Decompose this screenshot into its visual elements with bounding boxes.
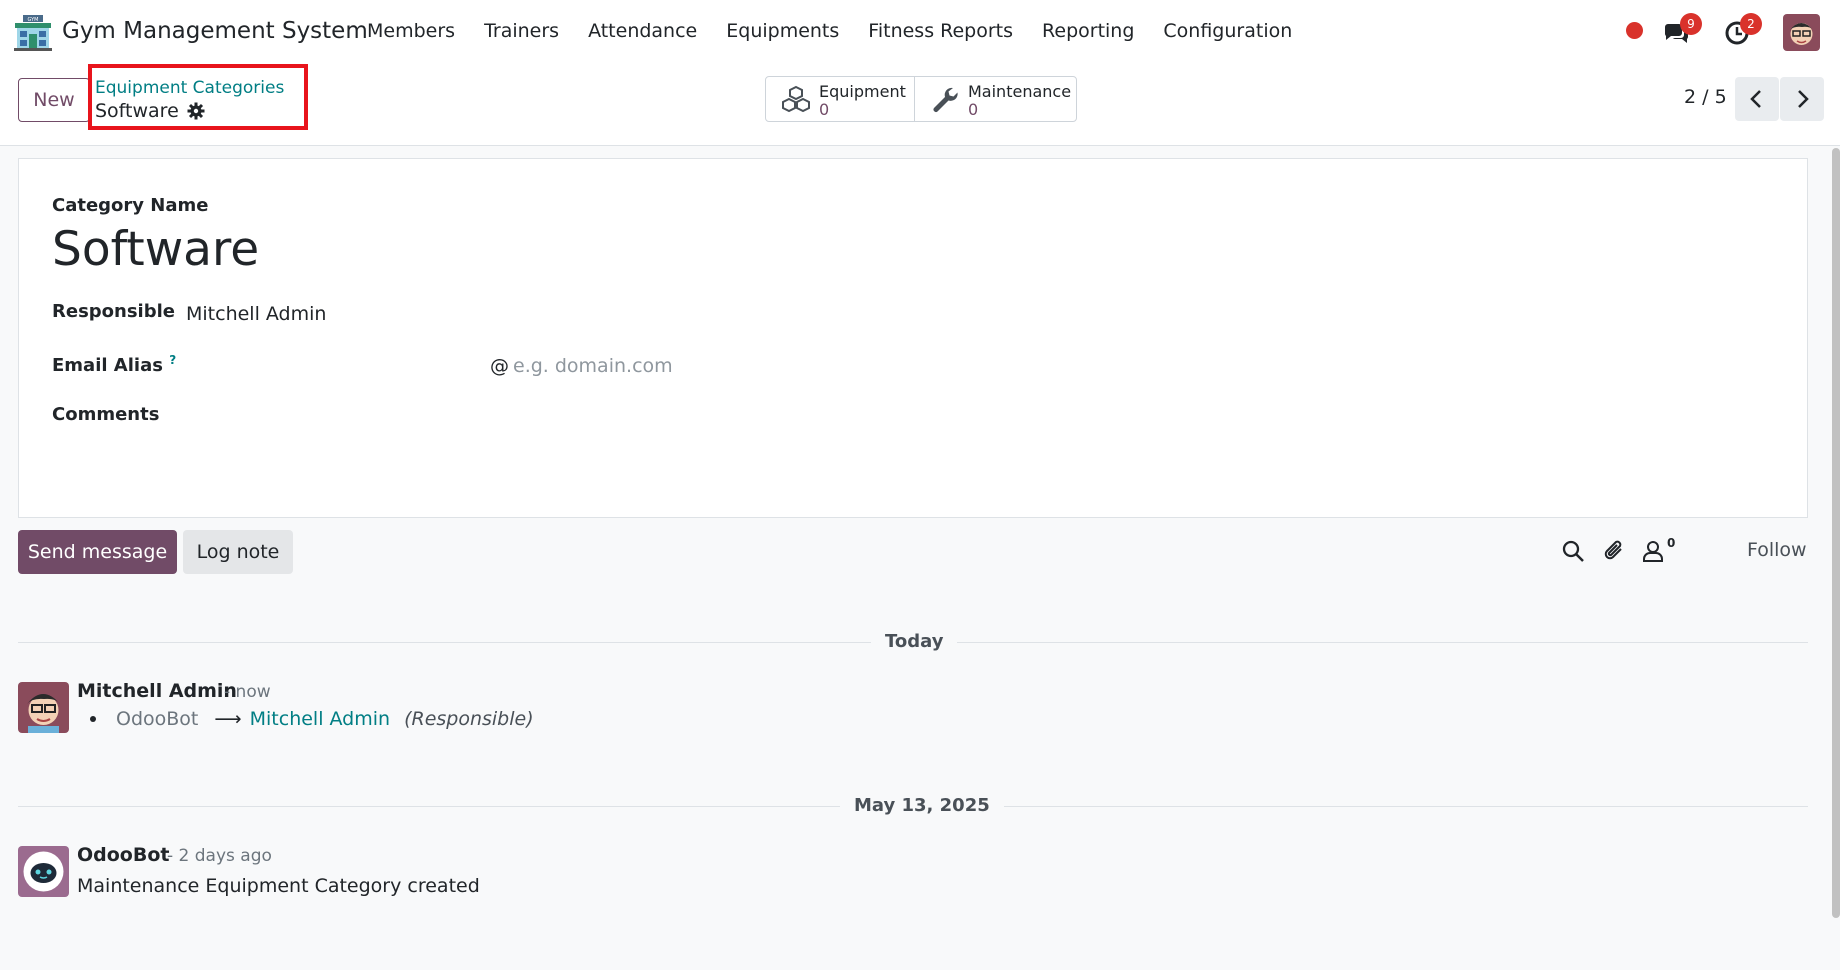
chevron-left-icon <box>1750 90 1761 108</box>
breadcrumb-current: Software <box>95 100 179 122</box>
tracking-value-change: OdooBot ⟶ Mitchell Admin (Responsible) <box>90 708 534 730</box>
category-name-label: Category Name <box>52 195 209 216</box>
equipment-stat-label: Equipment <box>819 82 906 101</box>
search-icon[interactable] <box>1560 538 1586 564</box>
main-menu: Members Trainers Attendance Equipments F… <box>367 20 1321 42</box>
comments-label: Comments <box>52 404 160 425</box>
menu-equipments[interactable]: Equipments <box>726 20 839 42</box>
email-alias-domain-input[interactable]: e.g. domain.com <box>513 355 673 377</box>
follow-button[interactable]: Follow <box>1747 539 1807 561</box>
maintenance-stat-label: Maintenance <box>968 82 1072 101</box>
send-message-button[interactable]: Send message <box>18 530 177 574</box>
paperclip-icon[interactable] <box>1602 538 1628 564</box>
maintenance-stat-value: 0 <box>968 100 979 119</box>
arrow-right-icon: ⟶ <box>214 708 242 730</box>
recording-indicator-icon[interactable] <box>1626 22 1643 39</box>
gym-app-icon[interactable]: GYM <box>14 15 52 51</box>
category-name-field[interactable]: Software <box>52 222 259 277</box>
at-sign: @ <box>490 355 509 377</box>
menu-fitness-reports[interactable]: Fitness Reports <box>868 20 1013 42</box>
gear-icon[interactable] <box>187 102 205 120</box>
tracking-field-name: (Responsible) <box>404 708 534 730</box>
message-time: - 2 days ago <box>167 846 272 866</box>
control-panel: New Equipment Categories Software Equipm… <box>0 64 1840 146</box>
bullet-point <box>90 716 96 722</box>
equipment-smart-button[interactable]: Equipment 0 <box>765 76 915 122</box>
messages-badge: 9 <box>1680 13 1702 35</box>
date-separator-today: Today <box>871 631 958 652</box>
responsible-field[interactable]: Mitchell Admin <box>186 303 326 325</box>
equipment-stat-value: 0 <box>819 100 830 119</box>
vertical-scrollbar[interactable] <box>1832 148 1840 918</box>
message-time: - now <box>224 682 271 702</box>
chevron-right-icon <box>1798 90 1809 108</box>
email-alias-label: Email Alias ? <box>52 353 176 376</box>
top-navbar: GYM Gym Management System Members Traine… <box>0 0 1840 64</box>
menu-members[interactable]: Members <box>367 20 455 42</box>
menu-attendance[interactable]: Attendance <box>588 20 697 42</box>
app-name[interactable]: Gym Management System <box>62 18 368 44</box>
maintenance-smart-button[interactable]: Maintenance 0 <box>914 76 1077 122</box>
form-sheet <box>18 158 1808 518</box>
user-avatar[interactable] <box>1783 14 1820 51</box>
responsible-label: Responsible <box>52 301 175 322</box>
tracking-old-value: OdooBot <box>116 708 199 730</box>
pager-previous-button[interactable] <box>1735 77 1779 121</box>
menu-configuration[interactable]: Configuration <box>1163 20 1292 42</box>
log-note-button[interactable]: Log note <box>183 530 293 574</box>
email-alias-label-text: Email Alias <box>52 355 163 376</box>
message-author[interactable]: Mitchell Admin <box>77 680 237 702</box>
cubes-icon <box>782 85 810 113</box>
date-separator-may13: May 13, 2025 <box>840 795 1004 816</box>
breadcrumb-parent-link[interactable]: Equipment Categories <box>95 78 284 98</box>
message-body: Maintenance Equipment Category created <box>77 875 480 897</box>
help-tooltip-icon[interactable]: ? <box>169 353 176 367</box>
odoobot-avatar[interactable] <box>18 846 69 897</box>
new-button[interactable]: New <box>18 78 90 122</box>
pager-value[interactable]: 2 / 5 <box>1684 86 1727 108</box>
message-author[interactable]: OdooBot <box>77 844 169 866</box>
mitchell-admin-avatar[interactable] <box>18 682 69 733</box>
menu-reporting[interactable]: Reporting <box>1042 20 1134 42</box>
tracking-new-value: Mitchell Admin <box>249 708 391 730</box>
menu-trainers[interactable]: Trainers <box>484 20 559 42</box>
followers-user-icon[interactable] <box>1640 538 1666 564</box>
wrench-icon <box>933 87 958 112</box>
activities-badge: 2 <box>1740 13 1762 35</box>
followers-count: 0 <box>1667 536 1676 550</box>
svg-text:GYM: GYM <box>28 17 39 23</box>
pager-next-button[interactable] <box>1780 77 1824 121</box>
